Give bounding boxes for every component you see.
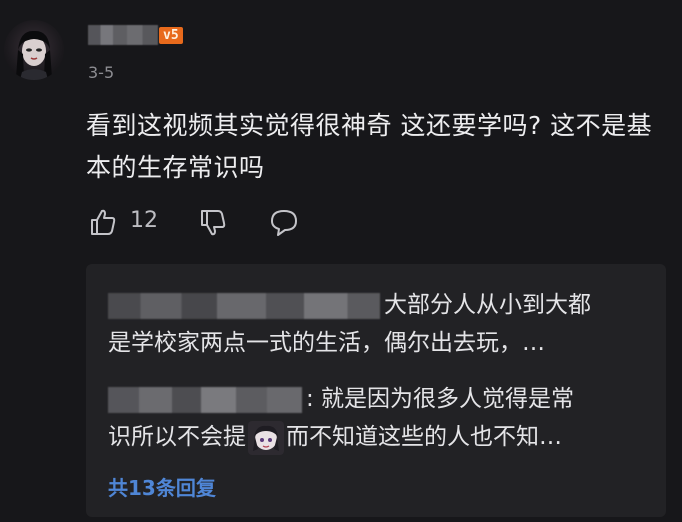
like-button[interactable] <box>88 205 118 239</box>
level-badge: v5 <box>159 27 183 44</box>
reply-text: : 就是因为很多人觉得是常 <box>306 386 575 412</box>
username-blurred[interactable] <box>88 25 158 45</box>
like-count: 12 <box>130 208 158 233</box>
reply-bubble-icon <box>271 210 297 236</box>
reply-line: 识所以不会提 而不知道这些的人也不知… <box>108 418 648 456</box>
view-more-replies-link[interactable]: 共13条回复 <box>108 472 216 501</box>
like-icon <box>91 209 116 235</box>
dislike-icon <box>201 210 226 236</box>
reply-text: 是学校家两点一式的生活，偶尔出去玩，… <box>108 330 545 356</box>
reply-text: 识所以不会提 <box>108 424 246 450</box>
reply-line: : 就是因为很多人觉得是常 <box>108 380 648 418</box>
avatar[interactable] <box>4 20 64 80</box>
reply-text: 大部分人从小到大都 <box>384 292 591 318</box>
avatar-portrait-icon <box>16 30 52 80</box>
reply-item[interactable]: 大部分人从小到大都 是学校家两点一式的生活，偶尔出去玩，… <box>108 286 648 362</box>
reply-button[interactable] <box>268 205 300 239</box>
reply-author-blurred[interactable] <box>108 386 302 413</box>
reply-author-blurred[interactable] <box>108 292 380 319</box>
dislike-button[interactable] <box>198 205 228 239</box>
reply-line: 大部分人从小到大都 <box>108 286 648 324</box>
reply-text: 而不知道这些的人也不知… <box>286 424 562 450</box>
replies-box: 大部分人从小到大都 是学校家两点一式的生活，偶尔出去玩，… : 就是因为很多人觉… <box>86 264 666 517</box>
comment-date: 3-5 <box>88 63 115 82</box>
sticker-emoji-icon <box>248 420 284 455</box>
comment-text: 看到这视频其实觉得很神奇 这还要学吗? 这不是基本的生存常识吗 <box>86 111 653 182</box>
reply-item[interactable]: : 就是因为很多人觉得是常 识所以不会提 而不知道这些的人也不知… <box>108 380 648 456</box>
